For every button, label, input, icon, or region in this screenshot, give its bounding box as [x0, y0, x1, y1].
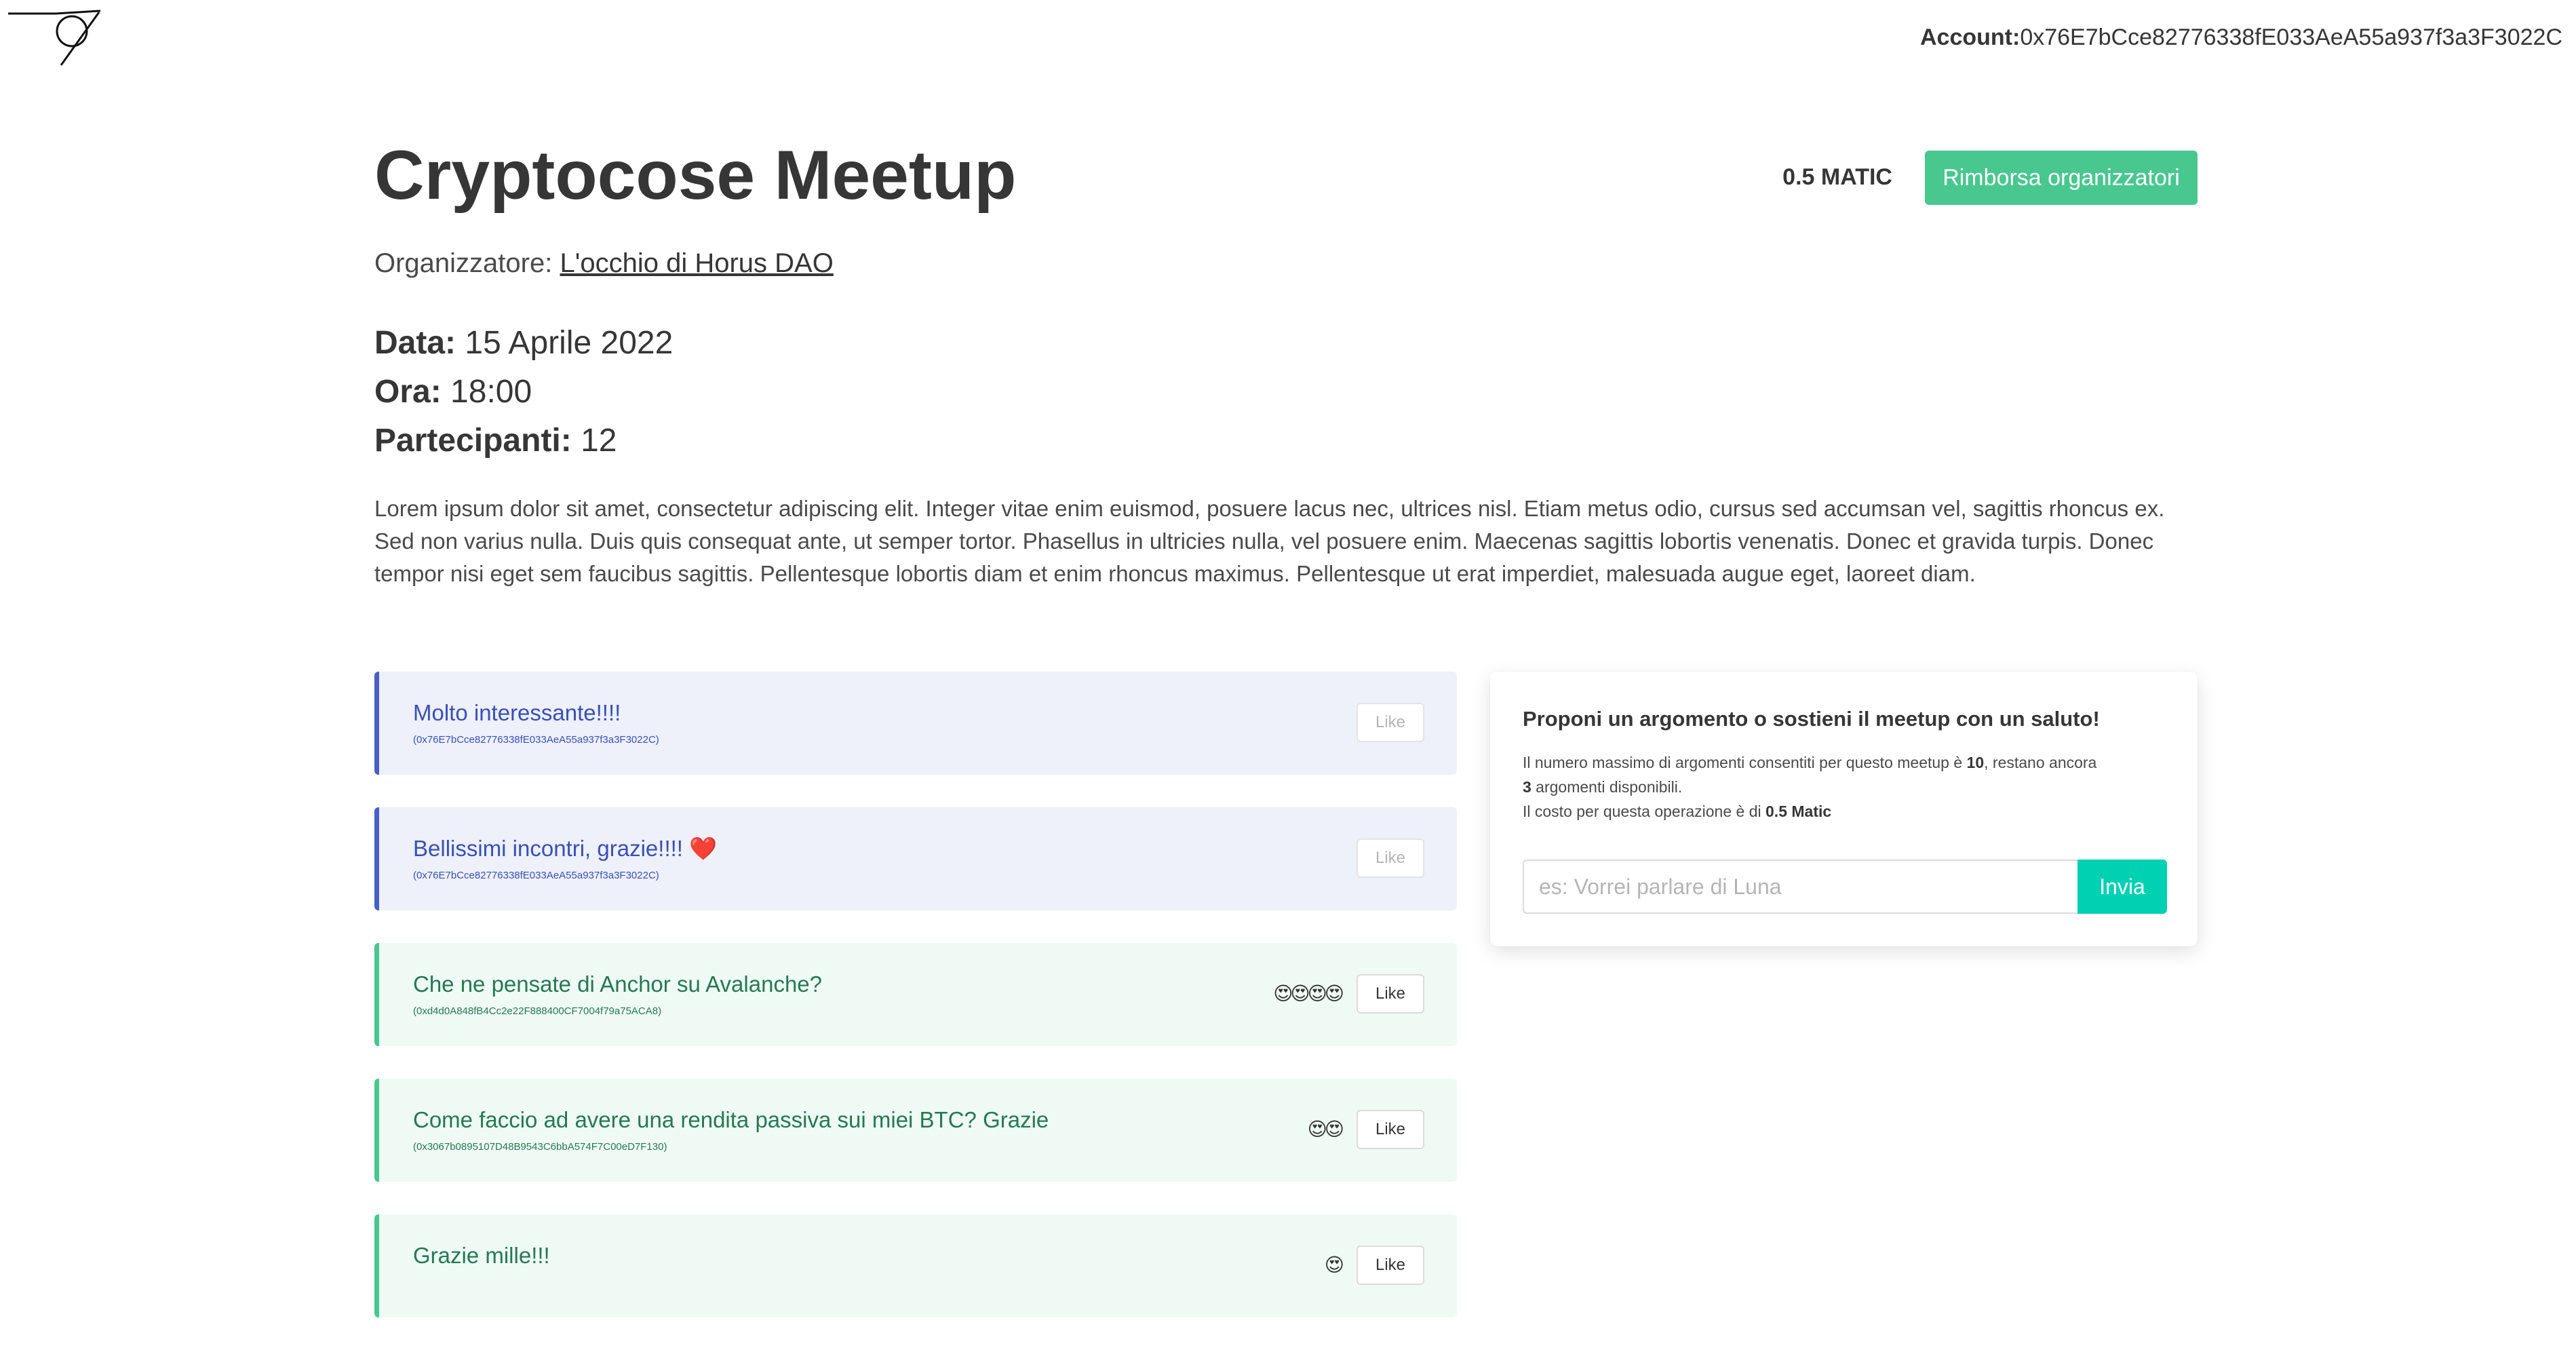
message-item: Come faccio ad avere una rendita passiva…: [374, 1079, 1457, 1182]
info-middle: , restano ancora: [1984, 754, 2097, 771]
participants-value: 12: [581, 423, 617, 459]
page-title: Cryptocose Meetup: [374, 136, 1017, 214]
cost-value: 0.5 Matic: [1765, 803, 1832, 820]
message-reactions: 😍: [1324, 1254, 1344, 1275]
message-item: Bellissimi incontri, grazie!!!! ❤️ (0x76…: [374, 807, 1457, 910]
message-address: (0xd4d0A848fB4Cc2e22F888400CF7004f79a75A…: [413, 1005, 662, 1017]
message-address: (0x76E7bCce82776338fE033AeA55a937f3a3F30…: [413, 870, 659, 881]
account-address: 0x76E7bCce82776338fE033AeA55a937f3a3F302…: [2020, 24, 2562, 50]
date-row: Data: 15 Aprile 2022: [374, 319, 673, 368]
time-row: Ora: 18:00: [374, 368, 673, 417]
time-value: 18:00: [450, 374, 532, 410]
account-label: Account:: [1920, 24, 2021, 50]
like-button[interactable]: Like: [1357, 1246, 1424, 1285]
message-address: (0x76E7bCce82776338fE033AeA55a937f3a3F30…: [413, 734, 659, 746]
message-text: Che ne pensate di Anchor su Avalanche?: [413, 971, 823, 997]
message-item: Che ne pensate di Anchor su Avalanche? (…: [374, 943, 1457, 1046]
message-item: Grazie mille!!! 😍 Like: [374, 1214, 1457, 1317]
propose-form: Invia: [1523, 860, 2167, 914]
propose-info: Il numero massimo di argomenti consentit…: [1523, 750, 2174, 824]
message-text: Grazie mille!!!: [413, 1243, 550, 1268]
message-reactions: 😍😍😍😍: [1273, 983, 1344, 1004]
message-address: (0x3067b0895107D48B9543C6bbA574F7C00eD7F…: [413, 1141, 667, 1153]
info-prefix: Il numero massimo di argomenti consentit…: [1523, 754, 1967, 771]
remaining-topics: 3: [1523, 778, 1531, 796]
participants-label: Partecipanti:: [374, 423, 572, 459]
date-label: Data:: [374, 325, 456, 361]
like-button[interactable]: Like: [1357, 1110, 1424, 1149]
like-button[interactable]: Like: [1357, 974, 1424, 1014]
propose-topic-box: Proponi un argomento o sostieni il meetu…: [1490, 672, 2198, 946]
like-button[interactable]: Like: [1357, 703, 1424, 742]
logo-icon: [8, 9, 101, 66]
message-reactions: 😍😍: [1307, 1119, 1344, 1140]
topic-input[interactable]: [1523, 860, 2077, 914]
send-button[interactable]: Invia: [2077, 860, 2167, 914]
participants-row: Partecipanti: 12: [374, 417, 673, 465]
organizer-line: Organizzatore: L'occhio di Horus DAO: [374, 248, 834, 279]
cost-prefix: Il costo per questa operazione è di: [1523, 803, 1766, 820]
organizer-label: Organizzatore:: [374, 248, 553, 278]
like-button[interactable]: Like: [1357, 838, 1424, 878]
message-text: Molto interessante!!!!: [413, 700, 621, 725]
account-display: Account:0x76E7bCce82776338fE033AeA55a937…: [1920, 24, 2562, 51]
message-text: Come faccio ad avere una rendita passiva…: [413, 1107, 1049, 1132]
message-text: Bellissimi incontri, grazie!!!! ❤️: [413, 836, 718, 861]
message-item: Molto interessante!!!! (0x76E7bCce827763…: [374, 672, 1457, 775]
refund-organizers-button[interactable]: Rimborsa organizzatori: [1925, 151, 2198, 205]
meetup-price: 0.5 MATIC: [1782, 164, 1892, 190]
message-list: Molto interessante!!!! (0x76E7bCce827763…: [374, 672, 1457, 1350]
max-topics: 10: [1966, 754, 1985, 771]
propose-title: Proponi un argomento o sostieni il meetu…: [1523, 707, 2100, 731]
time-label: Ora:: [374, 374, 442, 410]
info-suffix: argomenti disponibili.: [1531, 778, 1683, 796]
date-value: 15 Aprile 2022: [465, 325, 674, 361]
organizer-link[interactable]: L'occhio di Horus DAO: [560, 248, 833, 278]
meetup-description: Lorem ipsum dolor sit amet, consectetur …: [374, 496, 2165, 586]
meetup-details: Data: 15 Aprile 2022 Ora: 18:00 Partecip…: [374, 319, 673, 465]
